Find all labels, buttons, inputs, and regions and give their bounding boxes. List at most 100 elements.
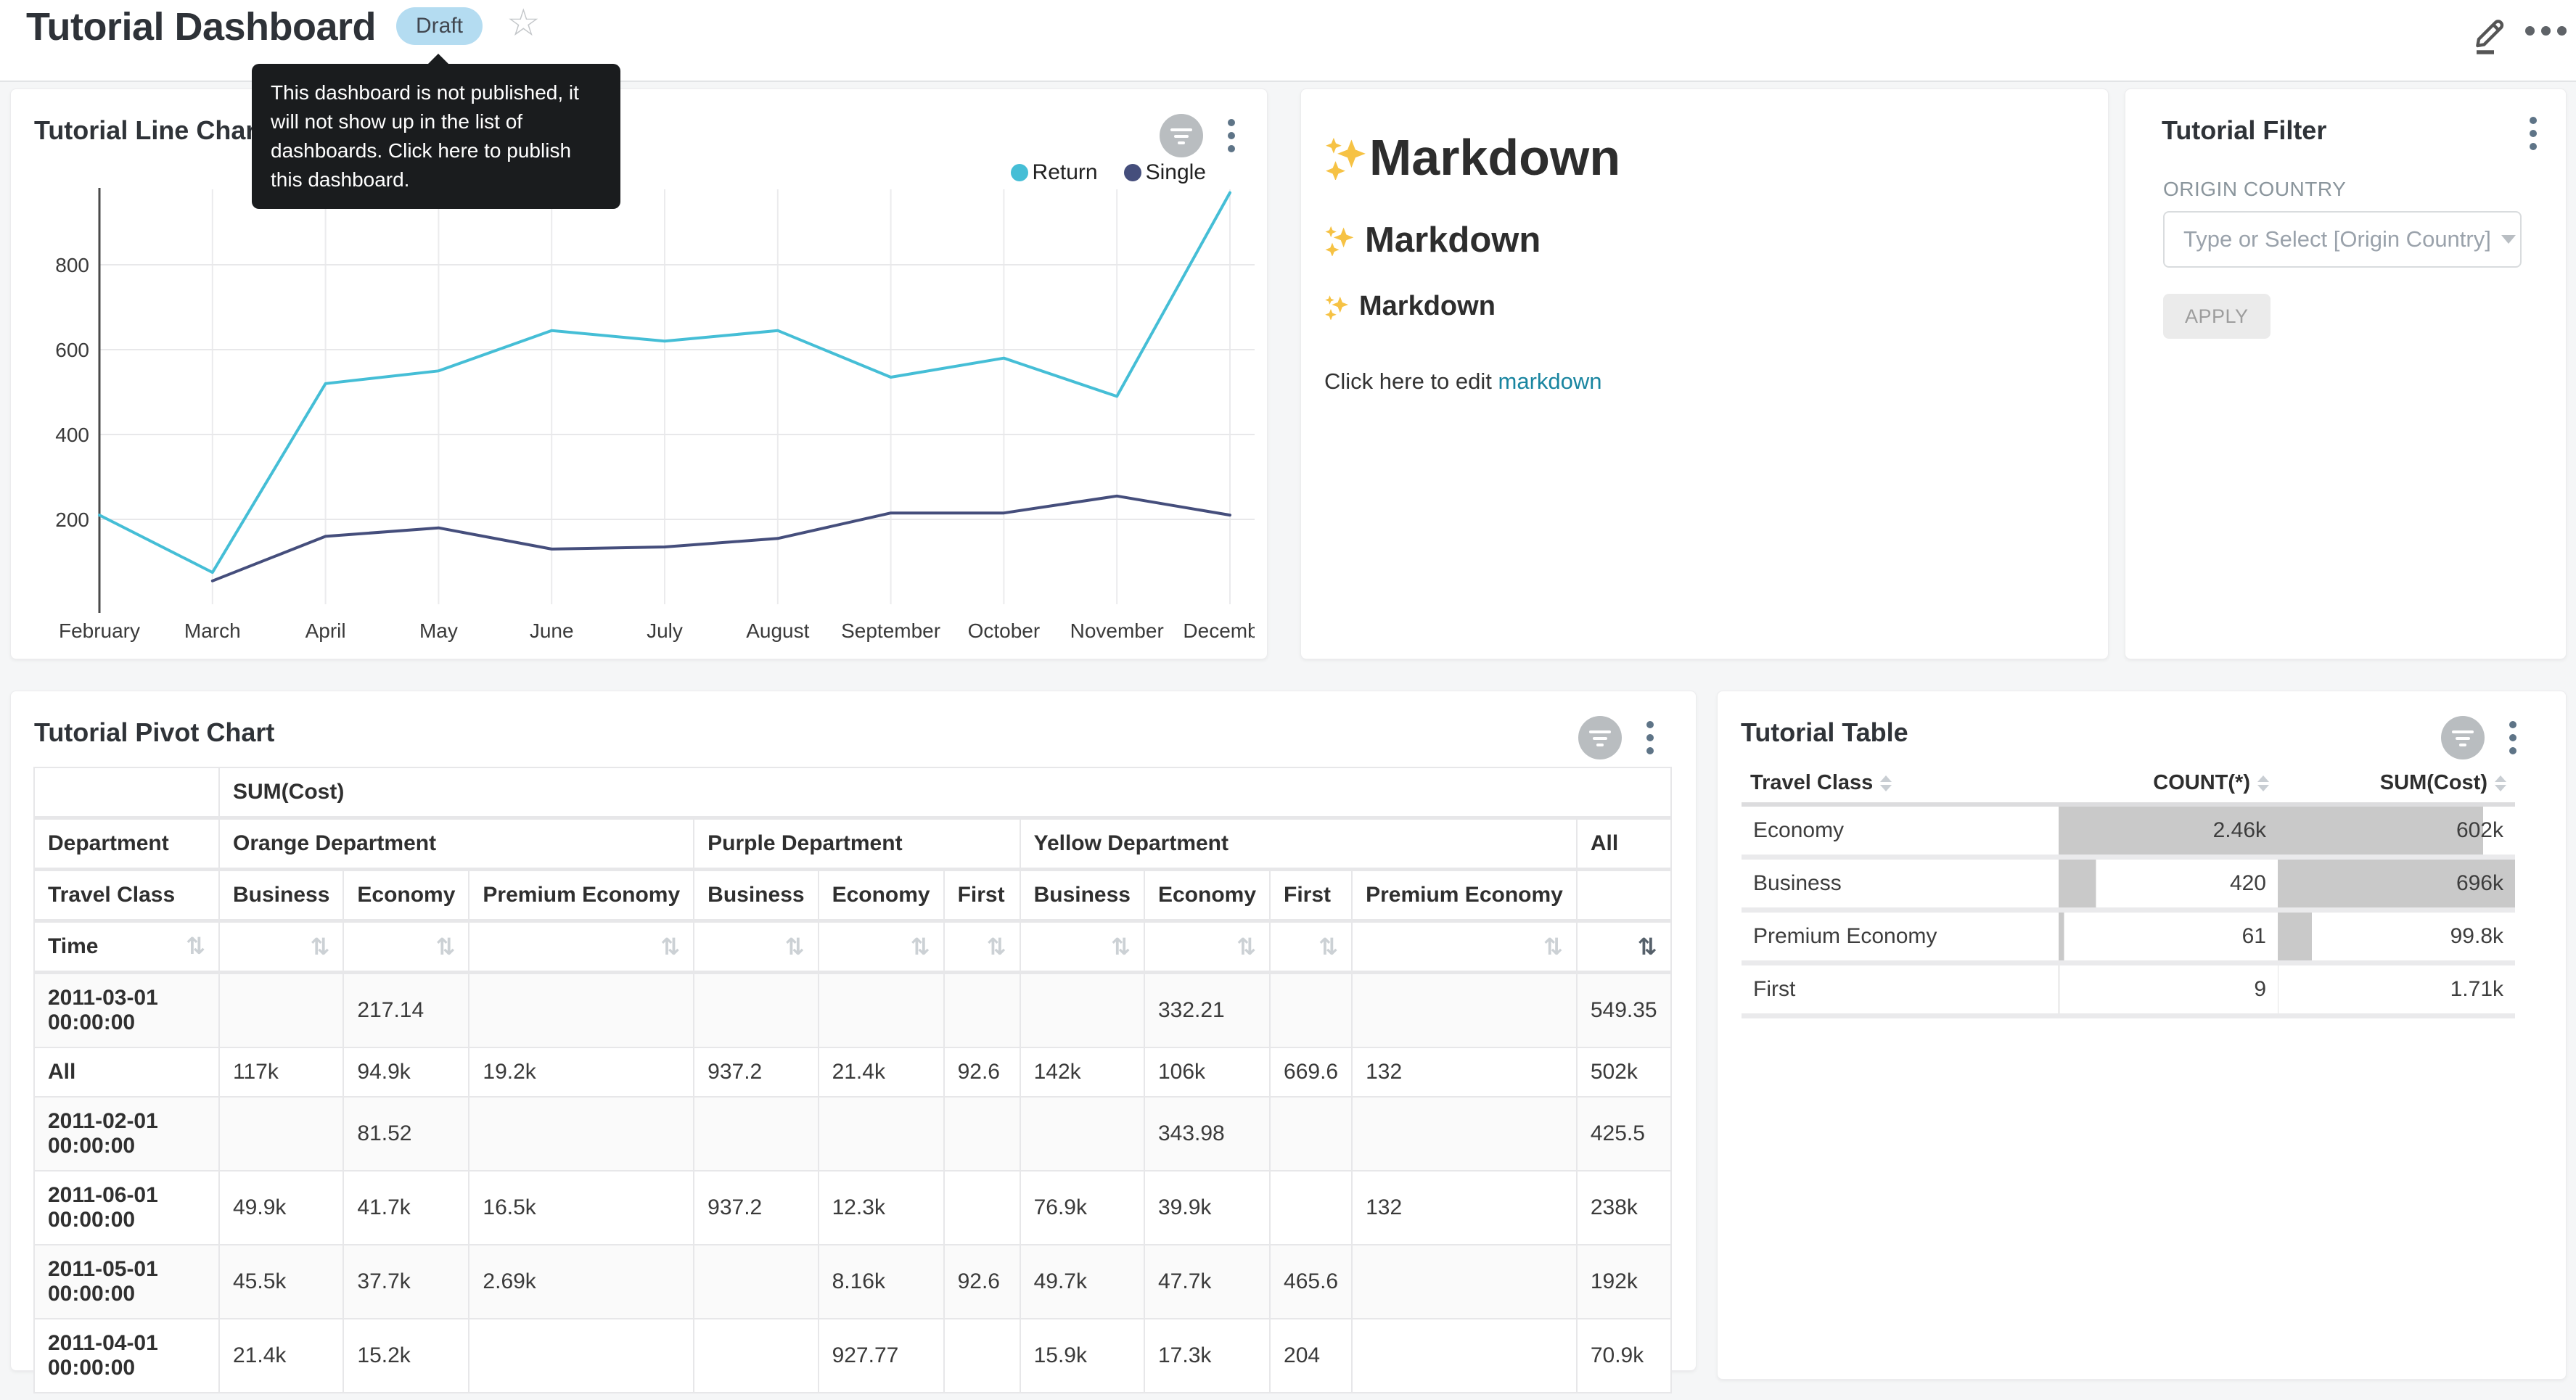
draft-badge[interactable]: Draft [396,7,483,45]
travel-class-cell: Premium Economy [1742,910,2059,963]
legend-label: Single [1146,160,1206,185]
origin-country-select[interactable]: Type or Select [Origin Country] [2163,211,2522,268]
pivot-sort-cell: ⇅ [343,921,469,973]
svg-text:200: 200 [55,508,89,531]
svg-text:September: September [841,619,940,642]
pivot-sort-cell: ⇅ [219,921,343,973]
pivot-group-header: Yellow Department [1020,818,1577,870]
pivot-value-cell: 142k [1020,1047,1144,1097]
line-chart-title: Tutorial Line Chart [34,115,264,146]
more-menu-icon[interactable] [2525,26,2569,41]
pivot-value-cell [469,1097,694,1171]
sort-icon[interactable]: ⇅ [987,935,1006,958]
svg-text:November: November [1070,619,1164,642]
table-column-header[interactable]: SUM(Cost) [2278,764,2515,804]
pivot-value-cell: 70.9k [1577,1319,1671,1393]
pivot-value-cell: 49.7k [1020,1245,1144,1319]
kebab-menu-icon[interactable] [1644,718,1657,757]
legend-item-return[interactable]: Return [1011,160,1098,185]
sort-carets-icon [2257,775,2269,791]
pivot-value-cell: 192k [1577,1245,1671,1319]
sort-icon[interactable]: ⇅ [1236,935,1256,958]
pivot-sort-cell: ⇅ [1020,921,1144,973]
pivot-class-header: Business [1020,870,1144,921]
pivot-value-cell [819,1097,944,1171]
count-cell: 9 [2059,963,2278,1016]
sort-icon[interactable]: ⇅ [911,935,930,958]
pivot-value-cell: 132 [1352,1171,1577,1245]
pivot-value-cell: 117k [219,1047,343,1097]
pivot-row-label: 2011-03-0100:00:00 [34,973,219,1048]
pivot-value-cell [1270,1097,1352,1171]
pivot-row: 2011-05-0100:00:0045.5k37.7k2.69k8.16k92… [34,1245,1671,1319]
count-cell: 420 [2059,857,2278,910]
favorite-star-icon[interactable]: ☆ [506,1,541,45]
sort-descending-icon[interactable]: ⇅ [1638,935,1657,958]
sort-icon[interactable]: ⇅ [186,934,205,958]
kebab-menu-icon[interactable] [1225,116,1238,155]
sum-cost-cell: 1.71k [2278,963,2515,1016]
pivot-value-cell [219,1097,343,1171]
pivot-value-cell: 21.4k [219,1319,343,1393]
pivot-value-cell: 238k [1577,1171,1671,1245]
count-cell: 2.46k [2059,804,2278,857]
pivot-value-cell: 425.5 [1577,1097,1671,1171]
table-column-header[interactable]: Travel Class [1742,764,2059,804]
dashboard-title: Tutorial Dashboard [26,4,376,49]
pivot-value-cell: 16.5k [469,1171,694,1245]
pivot-metric-header: SUM(Cost) [219,767,1671,818]
pivot-row: 2011-03-0100:00:00217.14332.21549.35 [34,973,1671,1048]
pivot-class-header: Premium Economy [469,870,694,921]
sort-carets-icon [2495,775,2506,791]
pivot-value-cell: 92.6 [944,1047,1020,1097]
table-column-header[interactable]: COUNT(*) [2059,764,2278,804]
pivot-travel-class-label: Travel Class [34,870,219,921]
pivot-value-cell [1270,1171,1352,1245]
pivot-value-cell [944,1097,1020,1171]
pivot-chart-card: Tutorial Pivot Chart SUM(Cost)Department… [10,691,1697,1371]
pivot-sort-cell: ⇅ [944,921,1020,973]
kebab-menu-icon[interactable] [2506,718,2519,757]
pivot-value-cell: 549.35 [1577,973,1671,1048]
pivot-corner-cell [34,767,219,818]
pivot-value-cell: 15.2k [343,1319,469,1393]
travel-class-cell: First [1742,963,2059,1016]
svg-text:July: July [647,619,683,642]
svg-text:400: 400 [55,424,89,446]
sort-icon[interactable]: ⇅ [1111,935,1131,958]
pivot-group-header: All [1577,818,1671,870]
edit-markdown-link[interactable]: markdown [1498,368,1602,394]
sort-icon[interactable]: ⇅ [1543,935,1563,958]
pivot-value-cell: 17.3k [1144,1319,1270,1393]
pivot-value-cell [1352,1319,1577,1393]
pivot-value-cell: 937.2 [694,1047,818,1097]
filter-scope-icon[interactable] [2441,716,2485,759]
pivot-value-cell: 81.52 [343,1097,469,1171]
kebab-menu-icon[interactable] [2527,114,2540,153]
pivot-sort-cell: ⇅ [1352,921,1577,973]
sum-cost-cell: 99.8k [2278,910,2515,963]
pivot-value-cell: 204 [1270,1319,1352,1393]
table-row: Economy2.46k602k [1742,804,2515,857]
pivot-value-cell: 12.3k [819,1171,944,1245]
pivot-value-cell: 937.2 [694,1171,818,1245]
apply-button[interactable]: APPLY [2163,294,2271,339]
edit-dashboard-icon[interactable] [2470,12,2511,55]
filter-scope-icon[interactable] [1160,114,1203,157]
pivot-row-label: 2011-06-0100:00:00 [34,1171,219,1245]
legend-item-single[interactable]: Single [1124,160,1206,185]
sort-icon[interactable]: ⇅ [785,935,805,958]
pivot-row-label: All [34,1047,219,1097]
filter-scope-icon[interactable] [1578,716,1622,759]
line-chart-card: Tutorial Line Chart ReturnSingle 2004006… [10,88,1268,659]
table-row: First91.71k [1742,963,2515,1016]
pivot-value-cell: 49.9k [219,1171,343,1245]
sort-icon[interactable]: ⇅ [660,935,680,958]
pivot-sort-cell: ⇅ [819,921,944,973]
pivot-value-cell: 92.6 [944,1245,1020,1319]
count-cell: 61 [2059,910,2278,963]
sort-icon[interactable]: ⇅ [436,935,456,958]
sort-icon[interactable]: ⇅ [1318,935,1338,958]
sort-icon[interactable]: ⇅ [311,935,330,958]
markdown-h3: Markdown [1324,291,2085,322]
